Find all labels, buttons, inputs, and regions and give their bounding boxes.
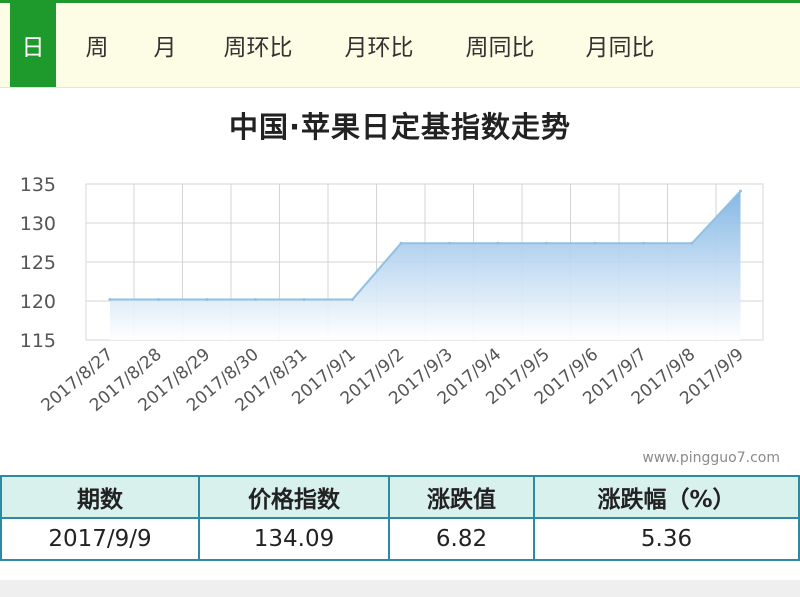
data-point — [399, 241, 403, 245]
tab-week-over-week[interactable]: 周环比 — [212, 3, 304, 87]
tab-month[interactable]: 月 — [142, 3, 188, 87]
footer-strip — [0, 580, 800, 597]
y-tick-label: 125 — [20, 252, 56, 274]
tab-day[interactable]: 日 — [10, 3, 56, 87]
tab-week-year-over-year[interactable]: 周同比 — [454, 3, 546, 87]
data-point — [108, 297, 112, 301]
data-point — [254, 297, 257, 301]
table-row: 2017/9/9 134.09 6.82 5.36 — [0, 517, 800, 561]
index-trend-chart: 1151201251301352017/8/272017/8/282017/8/… — [20, 174, 764, 416]
data-point — [157, 297, 160, 301]
cell-price-index: 134.09 — [198, 517, 390, 561]
data-point — [593, 241, 597, 245]
chart-title: 中国·苹果日定基指数走势 — [228, 110, 572, 144]
data-point — [496, 241, 500, 245]
header-change-value: 涨跌值 — [388, 475, 535, 519]
y-tick-label: 120 — [20, 291, 56, 313]
site-watermark: www.pingguo7.com — [642, 450, 780, 466]
y-tick-label: 135 — [20, 174, 56, 196]
period-tabbar: 日 周 月 周环比 月环比 周同比 月同比 — [0, 0, 800, 88]
data-point — [642, 241, 645, 245]
header-period: 期数 — [0, 475, 200, 519]
data-point — [690, 241, 694, 245]
data-point — [448, 241, 451, 245]
data-point — [545, 241, 548, 245]
data-point — [205, 297, 209, 301]
cell-change-percent: 5.36 — [533, 517, 800, 561]
data-point — [351, 297, 354, 301]
tab-month-year-over-year[interactable]: 月同比 — [574, 3, 666, 87]
data-point — [739, 189, 742, 193]
header-change-percent: 涨跌幅（%） — [533, 475, 800, 519]
y-tick-label: 115 — [20, 330, 56, 352]
header-price-index: 价格指数 — [198, 475, 390, 519]
cell-period: 2017/9/9 — [0, 517, 200, 561]
cell-change-value: 6.82 — [388, 517, 535, 561]
y-tick-label: 130 — [20, 213, 56, 235]
summary-table: 期数 价格指数 涨跌值 涨跌幅（%） 2017/9/9 134.09 6.82 … — [0, 475, 800, 561]
tab-month-over-month[interactable]: 月环比 — [333, 3, 425, 87]
tab-week[interactable]: 周 — [74, 3, 120, 87]
data-point — [302, 297, 306, 301]
table-header-row: 期数 价格指数 涨跌值 涨跌幅（%） — [0, 475, 800, 519]
